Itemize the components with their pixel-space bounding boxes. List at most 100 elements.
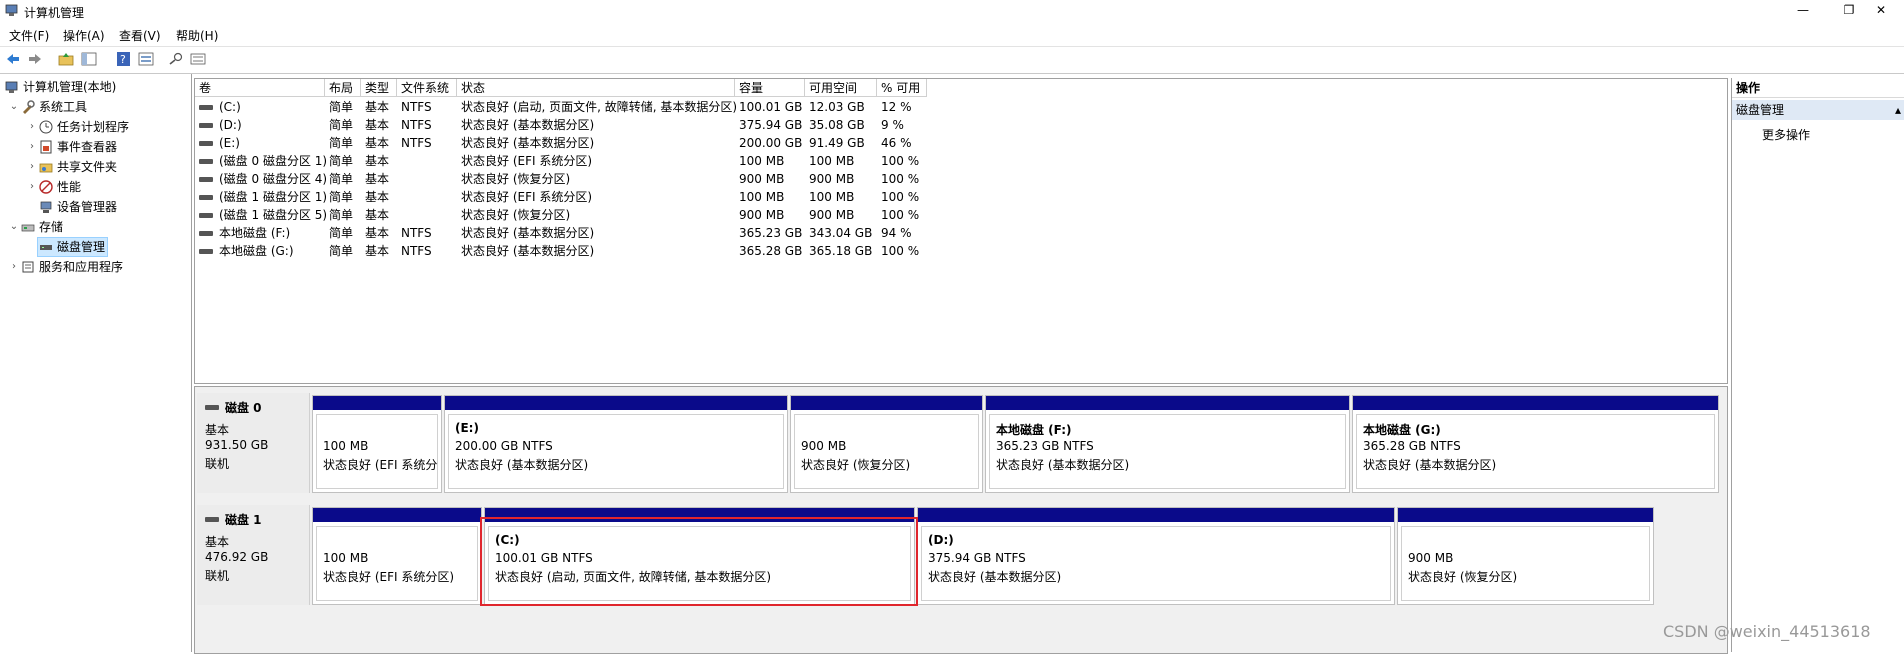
- partition-disk1-c[interactable]: (C:) 100.01 GB NTFS 状态良好 (启动, 页面文件, 故障转储…: [484, 507, 915, 605]
- free-space-cell: 35.08 GB: [809, 118, 865, 132]
- disk-type: 基本: [205, 535, 230, 549]
- table-row[interactable]: (磁盘 1 磁盘分区 5) 简单 基本 状态良好 (恢复分区) 900 MB 9…: [195, 206, 1395, 224]
- free-space-cell: 900 MB: [809, 172, 855, 186]
- partition-status: 状态良好 (基本数据分区): [455, 458, 589, 472]
- table-row[interactable]: (C:) 简单 基本 NTFS 状态良好 (启动, 页面文件, 故障转储, 基本…: [195, 98, 1395, 116]
- partition-disk0-f[interactable]: 本地磁盘 (F:) 365.23 GB NTFS 状态良好 (基本数据分区): [985, 395, 1350, 493]
- tree-node-performance[interactable]: › 性能: [26, 178, 81, 196]
- chevron-right-icon[interactable]: ›: [26, 158, 38, 176]
- column-header-capacity[interactable]: 容量: [735, 79, 805, 97]
- table-row[interactable]: (磁盘 1 磁盘分区 1) 简单 基本 状态良好 (EFI 系统分区) 100 …: [195, 188, 1395, 206]
- menu-file[interactable]: 文件(F): [9, 27, 49, 44]
- disk-status: 联机: [205, 457, 230, 471]
- event-viewer-icon: [38, 140, 54, 154]
- disk-graphical-view: 磁盘 0 基本 931.50 GB 联机 100 MB 状态良好 (EFI 系统…: [194, 386, 1728, 654]
- partition-disk0-recovery[interactable]: 900 MB 状态良好 (恢复分区): [790, 395, 983, 493]
- actions-section-disk-management[interactable]: 磁盘管理 ▴: [1732, 100, 1904, 120]
- show-hide-tree-icon[interactable]: [79, 50, 99, 68]
- partition-title: 本地磁盘 (F:): [996, 423, 1072, 437]
- volume-icon: [199, 249, 213, 254]
- tree-node-shared-folders[interactable]: › 共享文件夹: [26, 158, 117, 176]
- collapse-arrow-icon[interactable]: ▴: [1895, 100, 1901, 120]
- tree-node-event-viewer[interactable]: › 事件查看器: [26, 138, 117, 156]
- table-row[interactable]: (磁盘 0 磁盘分区 4) 简单 基本 状态良好 (恢复分区) 900 MB 9…: [195, 170, 1395, 188]
- volume-icon: [199, 141, 213, 146]
- chevron-down-icon[interactable]: ⌄: [8, 98, 20, 116]
- chevron-right-icon[interactable]: ›: [26, 138, 38, 156]
- column-header-filesystem[interactable]: 文件系统: [397, 79, 457, 97]
- tree-node-storage[interactable]: ⌄ 存储: [8, 218, 63, 236]
- chevron-right-icon[interactable]: ›: [8, 258, 20, 276]
- tree-node-disk-management[interactable]: 磁盘管理: [37, 237, 109, 257]
- tree-node-task-scheduler[interactable]: › 任务计划程序: [26, 118, 129, 136]
- partition-status: 状态良好 (EFI 系统分区): [323, 570, 455, 584]
- status-cell: 状态良好 (基本数据分区): [461, 118, 595, 132]
- column-header-type[interactable]: 类型: [361, 79, 397, 97]
- volume-icon: [199, 105, 213, 110]
- computer-management-icon: [5, 3, 19, 17]
- device-manager-icon: [38, 200, 54, 214]
- layout-cell: 简单: [329, 190, 354, 204]
- disk-size: 476.92 GB: [205, 550, 269, 564]
- type-cell: 基本: [365, 118, 390, 132]
- partition-bar: [485, 508, 914, 522]
- up-folder-icon[interactable]: [56, 50, 76, 68]
- menu-action[interactable]: 操作(A): [63, 27, 105, 44]
- table-row[interactable]: (E:) 简单 基本 NTFS 状态良好 (基本数据分区) 200.00 GB …: [195, 134, 1395, 152]
- disk-management-icon: [38, 240, 54, 254]
- tree-node-device-manager[interactable]: 设备管理器: [38, 198, 117, 216]
- forward-icon[interactable]: [25, 50, 45, 68]
- tree-label: 共享文件夹: [57, 160, 118, 174]
- partition-disk0-g[interactable]: 本地磁盘 (G:) 365.28 GB NTFS 状态良好 (基本数据分区): [1352, 395, 1719, 493]
- volume-icon: [199, 123, 213, 128]
- table-row[interactable]: (D:) 简单 基本 NTFS 状态良好 (基本数据分区) 375.94 GB …: [195, 116, 1395, 134]
- partition-disk1-d[interactable]: (D:) 375.94 GB NTFS 状态良好 (基本数据分区): [917, 507, 1395, 605]
- disk-1-label[interactable]: 磁盘 1 基本 476.92 GB 联机: [197, 505, 310, 605]
- disk-icon: [205, 517, 219, 522]
- toolbar: ?: [0, 46, 1904, 74]
- free-space-cell: 91.49 GB: [809, 136, 865, 150]
- partition-status: 状态良好 (启动, 页面文件, 故障转储, 基本数据分区): [495, 570, 772, 584]
- tree-node-services-apps[interactable]: › 服务和应用程序: [8, 258, 123, 276]
- table-row[interactable]: (磁盘 0 磁盘分区 1) 简单 基本 状态良好 (EFI 系统分区) 100 …: [195, 152, 1395, 170]
- column-header-layout[interactable]: 布局: [325, 79, 361, 97]
- partition-disk0-e[interactable]: (E:) 200.00 GB NTFS 状态良好 (基本数据分区): [444, 395, 788, 493]
- chevron-right-icon[interactable]: ›: [26, 118, 38, 136]
- search-icon[interactable]: [166, 50, 186, 68]
- tree-label: 磁盘管理: [57, 240, 106, 254]
- properties-icon[interactable]: [136, 50, 156, 68]
- tree-node-root[interactable]: 计算机管理(本地): [4, 78, 116, 96]
- chevron-down-icon[interactable]: ⌄: [8, 218, 20, 236]
- capacity-cell: 900 MB: [739, 172, 785, 186]
- partition-disk0-efi[interactable]: 100 MB 状态良好 (EFI 系统分区): [312, 395, 442, 493]
- percent-free-cell: 94 %: [881, 226, 912, 240]
- chevron-right-icon[interactable]: ›: [26, 178, 38, 196]
- type-cell: 基本: [365, 154, 390, 168]
- more-actions-link[interactable]: 更多操作: [1762, 126, 1810, 143]
- list-view-icon[interactable]: [188, 50, 208, 68]
- tree-node-system-tools[interactable]: ⌄ 系统工具: [8, 98, 87, 116]
- clock-icon: [38, 120, 54, 134]
- disk-0-label[interactable]: 磁盘 0 基本 931.50 GB 联机: [197, 393, 310, 493]
- back-icon[interactable]: [3, 50, 23, 68]
- minimize-button[interactable]: —: [1780, 0, 1826, 22]
- table-row[interactable]: 本地磁盘 (F:) 简单 基本 NTFS 状态良好 (基本数据分区) 365.2…: [195, 224, 1395, 242]
- storage-icon: [20, 220, 36, 234]
- partition-size: 100 MB: [323, 551, 369, 565]
- help-icon[interactable]: ?: [114, 50, 134, 68]
- filesystem-cell: NTFS: [401, 118, 432, 132]
- volume-cell: 本地磁盘 (G:): [199, 242, 294, 260]
- free-space-cell: 365.18 GB: [809, 244, 873, 258]
- column-header-percent-free[interactable]: % 可用: [877, 79, 927, 97]
- close-button[interactable]: ✕: [1858, 0, 1904, 22]
- column-header-status[interactable]: 状态: [457, 79, 735, 97]
- status-cell: 状态良好 (启动, 页面文件, 故障转储, 基本数据分区): [461, 100, 738, 114]
- partition-disk1-recovery[interactable]: 900 MB 状态良好 (恢复分区): [1397, 507, 1654, 605]
- partition-disk1-efi[interactable]: 100 MB 状态良好 (EFI 系统分区): [312, 507, 482, 605]
- column-header-free-space[interactable]: 可用空间: [805, 79, 877, 97]
- table-row[interactable]: 本地磁盘 (G:) 简单 基本 NTFS 状态良好 (基本数据分区) 365.2…: [195, 242, 1395, 260]
- column-header-volume[interactable]: 卷: [195, 79, 325, 97]
- menu-view[interactable]: 查看(V): [119, 27, 161, 44]
- menu-help[interactable]: 帮助(H): [176, 27, 218, 44]
- type-cell: 基本: [365, 190, 390, 204]
